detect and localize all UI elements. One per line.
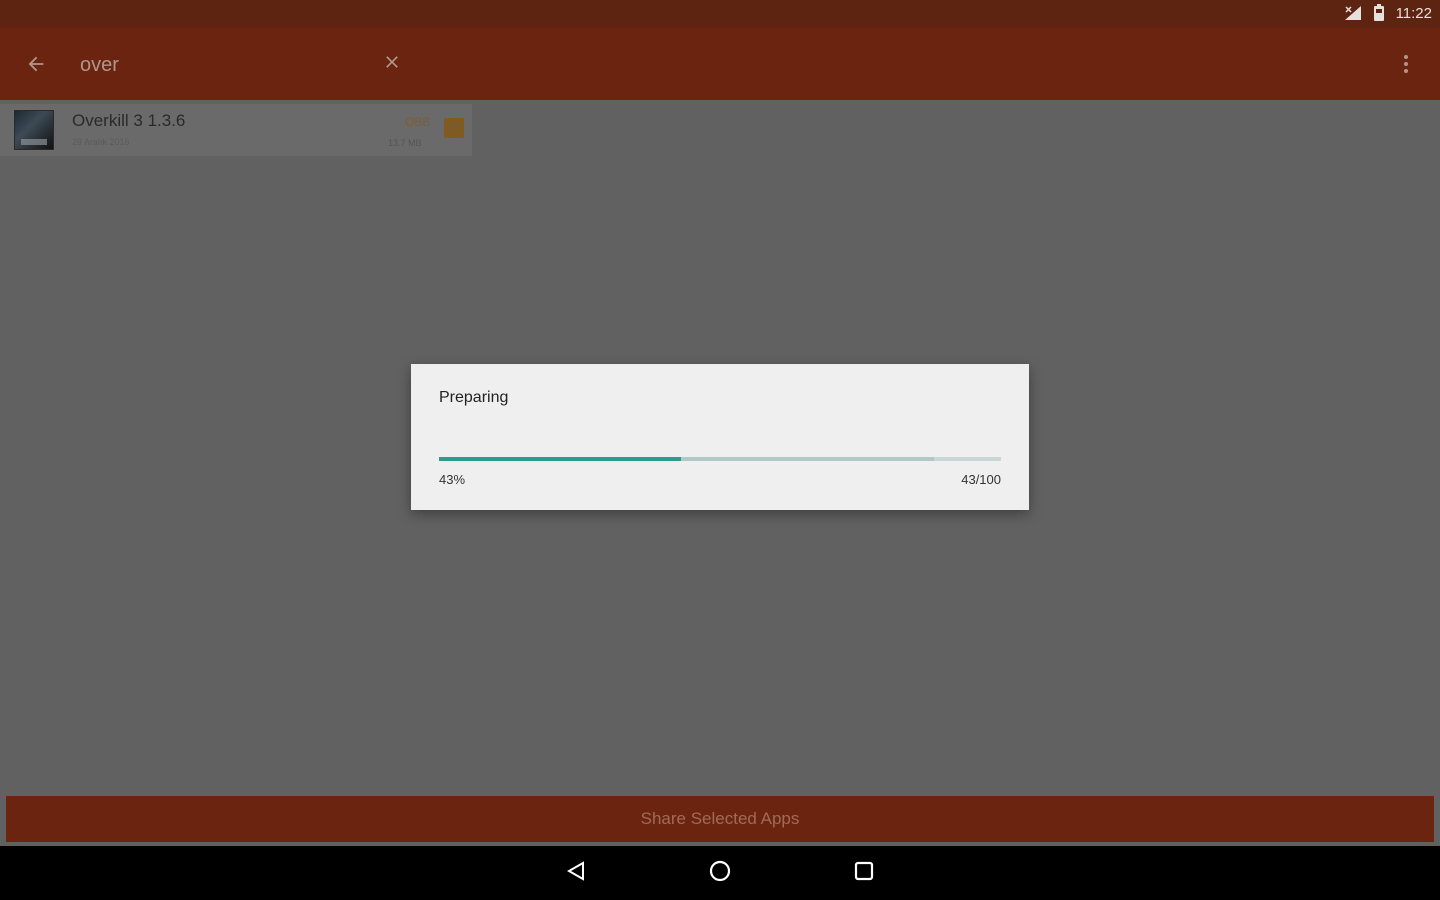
app-icon bbox=[14, 110, 54, 150]
back-button[interactable] bbox=[20, 50, 52, 82]
home-circle-icon bbox=[708, 859, 732, 888]
overflow-menu-button[interactable] bbox=[1392, 50, 1420, 82]
back-triangle-icon bbox=[565, 860, 587, 887]
app-name: Overkill 3 1.3.6 bbox=[72, 111, 186, 130]
app-select-checkbox[interactable] bbox=[444, 118, 464, 138]
dialog-title: Preparing bbox=[439, 389, 509, 406]
nav-recents-button[interactable] bbox=[849, 858, 879, 888]
progress-dialog: Preparing 43% 43/100 bbox=[411, 364, 1029, 510]
status-icons: 11:22 bbox=[1344, 4, 1432, 22]
nav-back-button[interactable] bbox=[561, 858, 591, 888]
list-item[interactable]: Overkill 3 1.3.6 29 Aralık 2015 OBB 13.7… bbox=[0, 104, 472, 156]
nav-home-button[interactable] bbox=[705, 858, 735, 888]
toolbar bbox=[0, 28, 1440, 100]
status-bar: 11:22 bbox=[0, 0, 1440, 28]
more-vert-icon bbox=[1403, 54, 1409, 79]
clear-search-button[interactable] bbox=[378, 50, 406, 78]
battery-icon bbox=[1370, 4, 1388, 22]
close-icon bbox=[382, 52, 402, 77]
navigation-bar bbox=[0, 846, 1440, 900]
obb-badge: OBB bbox=[405, 115, 431, 129]
check-icon bbox=[447, 119, 461, 138]
status-time: 11:22 bbox=[1395, 4, 1432, 22]
app-date: 29 Aralık 2015 bbox=[72, 137, 130, 147]
progress-bar-fill bbox=[439, 457, 681, 461]
back-arrow-icon bbox=[25, 53, 47, 80]
signal-icon bbox=[1344, 4, 1362, 22]
share-selected-apps-button[interactable]: Share Selected Apps bbox=[6, 796, 1434, 842]
progress-bar bbox=[439, 457, 1001, 461]
progress-count: 43/100 bbox=[961, 472, 1001, 487]
progress-percent: 43% bbox=[439, 472, 466, 487]
app-size: 13.7 MB bbox=[388, 138, 422, 148]
recents-square-icon bbox=[853, 860, 875, 887]
search-input[interactable] bbox=[80, 50, 360, 80]
